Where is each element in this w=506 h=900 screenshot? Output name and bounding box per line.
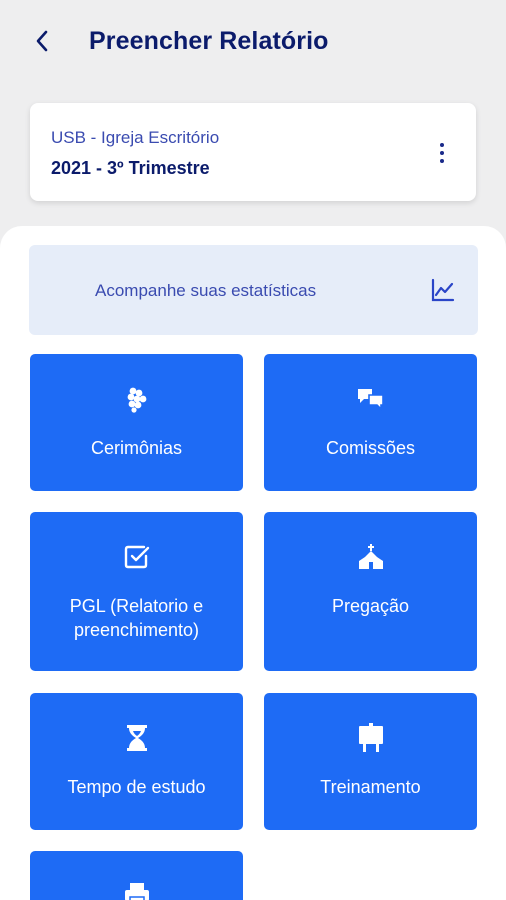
hourglass-icon <box>122 723 152 753</box>
chat-bubbles-icon <box>356 384 386 414</box>
back-button[interactable] <box>26 24 60 58</box>
tile-tempo-de-estudo[interactable]: Tempo de estudo <box>30 693 243 830</box>
tile-label: Pregação <box>331 596 410 616</box>
statistics-banner[interactable]: Acompanhe suas estatísticas <box>29 245 478 335</box>
checkbox-icon <box>122 542 152 572</box>
more-options-button[interactable] <box>430 139 454 167</box>
tile-pgl[interactable]: PGL (Relatorio e preenchimento) <box>30 512 243 671</box>
line-chart-icon <box>431 278 455 302</box>
tile-cerimonias[interactable]: Cerimônias <box>30 354 243 491</box>
tile-label: Tempo de estudo <box>67 777 206 797</box>
more-vertical-icon <box>440 143 444 147</box>
app-header: Preencher Relatório <box>0 0 506 84</box>
tile-treinamento[interactable]: Treinamento <box>264 693 477 830</box>
chevron-left-icon <box>36 30 48 52</box>
tile-printer[interactable] <box>30 851 243 900</box>
printer-icon <box>122 879 152 900</box>
church-icon <box>356 542 386 572</box>
page-title: Preencher Relatório <box>89 27 329 55</box>
statistics-label: Acompanhe suas estatísticas <box>95 281 317 300</box>
organization-name: USB - Igreja Escritório <box>51 128 220 147</box>
tile-pregacao[interactable]: Pregação <box>264 512 477 671</box>
tile-label: Treinamento <box>320 777 421 797</box>
tile-comissoes[interactable]: Comissões <box>264 354 477 491</box>
tile-label: PGL (Relatorio e preenchimento) <box>69 596 204 640</box>
report-period: 2021 - 3º Trimestre <box>51 158 210 178</box>
organization-card: USB - Igreja Escritório 2021 - 3º Trimes… <box>30 103 476 201</box>
tile-label: Comissões <box>325 438 416 458</box>
easel-icon <box>356 723 386 753</box>
grapes-icon <box>122 384 152 414</box>
tile-label: Cerimônias <box>90 438 183 458</box>
